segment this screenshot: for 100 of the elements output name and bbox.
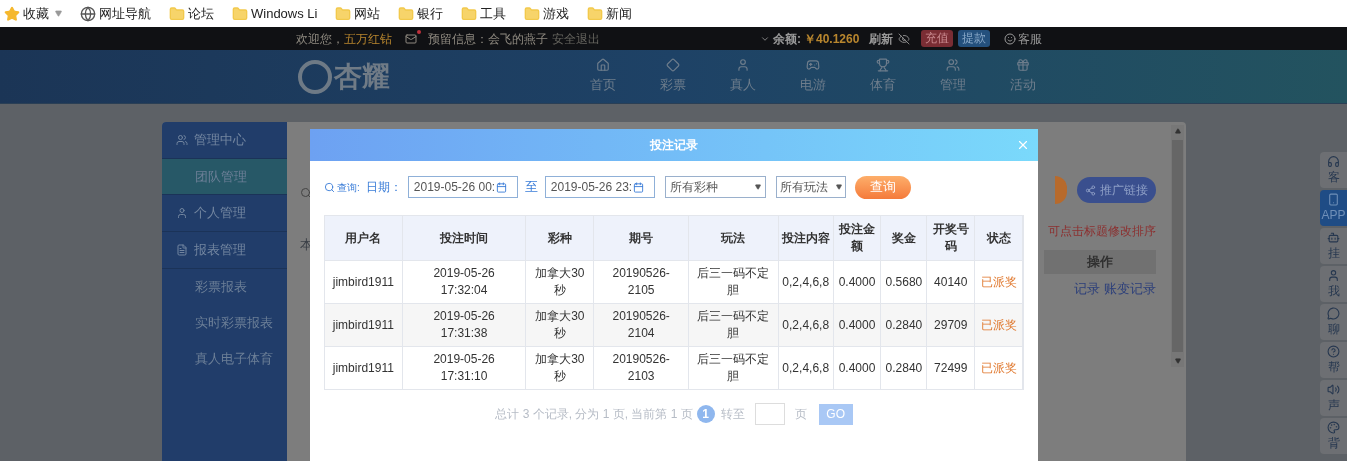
record-link[interactable]: 账变记录 — [1104, 279, 1156, 299]
diamond-icon — [666, 58, 680, 73]
sidebar-section[interactable]: 报表管理 — [162, 232, 287, 269]
query-button[interactable]: 查询 — [854, 175, 911, 199]
folder-icon — [587, 5, 604, 22]
scroll-down-icon[interactable] — [1174, 358, 1181, 364]
person-icon — [1327, 268, 1340, 282]
range-separator: 至 — [524, 178, 538, 197]
folder-icon — [461, 5, 478, 22]
table-cell: 0.2840 — [881, 347, 928, 389]
sort-hint: 可点击标题修改排序 — [1048, 223, 1156, 240]
search-icon — [300, 187, 312, 199]
table-cell: 20190526-2103 — [594, 347, 690, 389]
person-icon — [736, 58, 750, 73]
bookmark-link[interactable]: 网址导航 — [99, 3, 151, 24]
nav-tab[interactable]: 体育 — [848, 49, 918, 104]
table-cell: 72499 — [927, 347, 976, 389]
balance-value: ￥40.1260 — [804, 30, 860, 48]
table-cell: 0,2,4,6,8 — [778, 347, 834, 389]
float-panel-button[interactable]: 我 — [1320, 266, 1347, 302]
end-date-field[interactable]: 2019-05-26 23: — [544, 176, 655, 198]
eye-off-icon[interactable] — [898, 32, 911, 45]
people-icon — [176, 134, 188, 146]
scroll-up-icon[interactable] — [1174, 128, 1181, 134]
site-logo[interactable]: 杏耀 — [334, 55, 390, 98]
chat-icon — [1327, 306, 1340, 320]
help-icon — [1327, 344, 1340, 358]
smiley-icon[interactable] — [1004, 32, 1017, 45]
palette-icon — [1327, 420, 1340, 434]
sidebar-section[interactable]: 个人管理 — [162, 195, 287, 232]
bookmark-link[interactable]: Windows Li — [251, 3, 318, 24]
mail-icon[interactable] — [404, 32, 418, 45]
page-unit: 页 — [794, 406, 807, 423]
float-panel-button[interactable]: 帮 — [1320, 342, 1347, 378]
phone-icon — [1327, 192, 1340, 206]
bookmark-link[interactable]: 网站 — [354, 3, 381, 24]
nav-tab[interactable]: 活动 — [988, 49, 1058, 104]
dropdown-icon — [754, 184, 761, 190]
bookmark-link[interactable]: 游戏 — [543, 3, 570, 24]
bookmark-link[interactable]: 银行 — [417, 3, 444, 24]
sidebar-item[interactable]: 团队管理 — [162, 159, 287, 195]
trophy-icon — [876, 58, 890, 73]
search-icon — [324, 181, 335, 193]
float-panel-button[interactable]: 聊 — [1320, 304, 1347, 340]
start-date-field[interactable]: 2019-05-26 00: — [407, 176, 518, 198]
document-icon — [176, 244, 188, 256]
table-cell: 0.4000 — [833, 347, 882, 389]
robot-icon — [1327, 230, 1340, 244]
folder-icon — [398, 5, 415, 22]
calendar-icon[interactable] — [496, 181, 508, 193]
caret-icon[interactable] — [55, 10, 62, 17]
float-panel-button[interactable]: APP — [1320, 190, 1347, 226]
folder-icon — [524, 5, 541, 22]
home-icon — [596, 58, 610, 73]
nav-tab[interactable]: 首页 — [568, 49, 638, 104]
logout-link[interactable]: 安全退出 — [552, 29, 600, 48]
float-panel-button[interactable]: 背 — [1320, 418, 1347, 454]
share-icon — [1085, 184, 1096, 196]
float-panel-button[interactable]: 声 — [1320, 380, 1347, 416]
go-button[interactable]: GO — [818, 403, 853, 425]
bookmark-link[interactable]: 收藏 — [23, 3, 49, 24]
star-icon — [4, 5, 20, 22]
lottery-select[interactable]: 所有彩种 — [664, 176, 766, 198]
play-select[interactable]: 所有玩法 — [775, 176, 846, 198]
date-label: 日期： — [365, 179, 402, 196]
table-cell: 加拿大30秒 — [526, 347, 595, 389]
float-panel-button[interactable]: 挂 — [1320, 228, 1347, 264]
bookmark-link[interactable]: 新闻 — [606, 3, 633, 24]
table-cell: jimbird1911 — [325, 347, 403, 389]
deposit-button[interactable]: 充值 — [921, 30, 954, 47]
withdraw-button[interactable]: 提款 — [958, 30, 991, 47]
sidebar-item[interactable]: 真人电子体育 — [162, 341, 287, 377]
bookmark-link[interactable]: 论坛 — [188, 3, 214, 24]
record-link[interactable]: 记录 — [1074, 279, 1100, 299]
float-panel-button[interactable]: 客 — [1320, 152, 1347, 188]
nav-tab[interactable]: 管理 — [918, 49, 988, 104]
gamepad-icon — [806, 58, 820, 73]
nav-tab[interactable]: 电游 — [778, 49, 848, 104]
close-icon[interactable] — [1016, 138, 1030, 152]
table-cell: 2019-05-26 17:31:10 — [402, 347, 527, 389]
page-input[interactable] — [754, 403, 785, 425]
pagination-summary: 总计 3 个记录, 分为 1 页, 当前第 1 页 — [495, 406, 693, 423]
speaker-icon — [1327, 382, 1340, 396]
sidebar-item[interactable]: 彩票报表 — [162, 269, 287, 305]
sidebar-item[interactable]: 实时彩票报表 — [162, 305, 287, 341]
folder-icon — [335, 5, 352, 22]
query-label: 查询: — [337, 180, 360, 195]
calendar-icon[interactable] — [633, 181, 645, 193]
page-number[interactable]: 1 — [696, 405, 715, 423]
service-link[interactable]: 客服 — [1018, 29, 1043, 48]
bookmark-link[interactable]: 工具 — [480, 3, 507, 24]
headset-icon — [1327, 154, 1340, 168]
share-link-button[interactable]: 推广链接 — [1077, 177, 1156, 203]
nav-tab[interactable]: 彩票 — [638, 49, 708, 104]
nav-tab[interactable]: 真人 — [708, 49, 778, 104]
reserved-message: 预留信息：会飞的燕子 — [428, 30, 548, 48]
refresh-link[interactable]: 刷新 — [869, 29, 894, 48]
dropdown-icon — [835, 184, 842, 190]
status-cell: 已派奖 — [975, 347, 1023, 389]
person-icon — [176, 207, 188, 219]
